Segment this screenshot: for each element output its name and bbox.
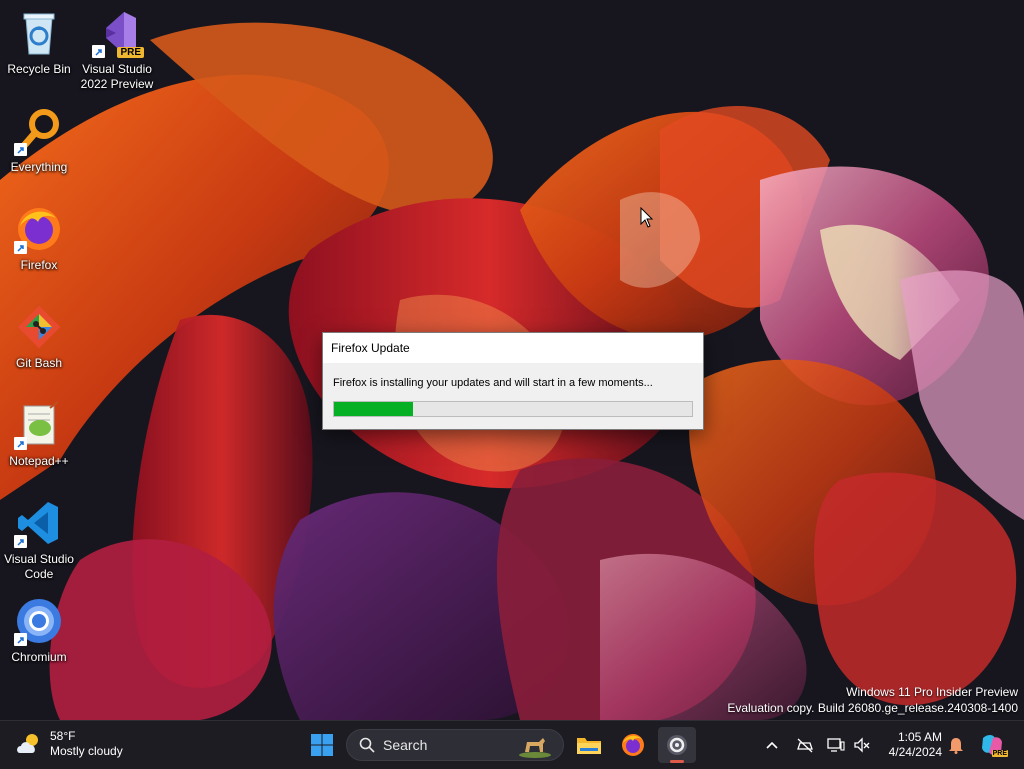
desktop-icon-label: Recycle Bin <box>7 62 71 76</box>
watermark-line-1: Windows 11 Pro Insider Preview <box>846 685 1018 699</box>
shortcut-arrow-icon <box>92 45 105 58</box>
desktop-icon-visual-studio[interactable]: PRE Visual Studio 2022 Preview <box>78 8 156 92</box>
weather-widget[interactable]: 58°F Mostly cloudy <box>14 729 123 759</box>
visual-studio-icon: PRE <box>92 8 144 58</box>
pre-badge: PRE <box>117 47 144 58</box>
search-icon <box>359 737 375 753</box>
copilot-pre-badge: PRE <box>991 750 1008 757</box>
notification-center-button[interactable] <box>946 735 966 755</box>
watermark-line-2: Evaluation copy. Build 26080.ge_release.… <box>727 701 1018 715</box>
desktop-icon-label: Visual Studio 2022 Preview <box>80 62 154 91</box>
mouse-cursor-icon <box>640 207 654 228</box>
desktop-icon-label: Chromium <box>11 650 67 664</box>
desktop-icon-label: Firefox <box>20 258 58 272</box>
display-status[interactable] <box>826 735 846 755</box>
clock-date: 4/24/2024 <box>888 745 942 759</box>
desktop-icon-everything[interactable]: Everything <box>0 106 78 175</box>
firefox-icon <box>14 204 64 254</box>
show-hidden-icons-button[interactable] <box>762 735 782 755</box>
windows-logo-icon <box>311 734 333 756</box>
network-off-icon <box>797 738 813 753</box>
desktop-icon-label: Git Bash <box>15 356 63 370</box>
shortcut-arrow-icon <box>14 437 27 450</box>
taskbar-firefox-updater[interactable] <box>658 727 696 763</box>
update-progress-bar <box>333 401 693 417</box>
desktop-icon-vscode[interactable]: Visual Studio Code <box>0 498 78 582</box>
firefox-icon <box>622 734 644 756</box>
windows-watermark: Windows 11 Pro Insider Preview Evaluatio… <box>727 684 1018 716</box>
search-placeholder: Search <box>383 737 428 753</box>
desktop-icon-label: Visual Studio Code <box>4 552 74 581</box>
active-app-indicator <box>670 760 684 763</box>
dialog-title: Firefox Update <box>331 341 410 355</box>
clock-time: 1:05 AM <box>897 730 942 744</box>
chevron-up-icon <box>766 741 778 749</box>
shortcut-arrow-icon <box>14 633 27 646</box>
weather-condition: Mostly cloudy <box>50 744 123 758</box>
desktop-icon-git-bash[interactable]: Git Bash <box>0 302 78 371</box>
taskbar-clock[interactable]: 1:05 AM 4/24/2024 <box>880 730 942 760</box>
desktop-icon-firefox[interactable]: Firefox <box>0 204 78 273</box>
firefox-update-dialog: Firefox Update Firefox is installing you… <box>322 332 704 430</box>
display-icon <box>827 738 845 752</box>
git-bash-icon <box>14 302 64 352</box>
updater-icon <box>667 735 687 755</box>
copilot-button[interactable]: PRE <box>978 731 1008 759</box>
start-button[interactable] <box>304 727 340 763</box>
taskbar: 58°F Mostly cloudy Search 1:05 AM 4/24/2… <box>0 720 1024 769</box>
taskbar-search-box[interactable]: Search <box>346 729 564 761</box>
desktop-icon-recycle-bin[interactable]: Recycle Bin <box>0 8 78 77</box>
desktop-icon-notepad-plus-plus[interactable]: Notepad++ <box>0 400 78 469</box>
folder-icon <box>577 738 601 754</box>
notepad-plus-plus-icon <box>14 400 64 450</box>
volume-status[interactable] <box>852 735 872 755</box>
bell-icon <box>949 738 963 754</box>
search-highlight-icon <box>519 738 551 758</box>
desktop-icon-label: Notepad++ <box>9 454 69 468</box>
recycle-bin-icon <box>14 8 64 58</box>
chromium-icon <box>14 596 64 646</box>
taskbar-firefox[interactable] <box>614 727 652 763</box>
weather-temp: 58°F <box>50 729 76 743</box>
shortcut-arrow-icon <box>14 241 27 254</box>
network-status[interactable] <box>795 735 815 755</box>
shortcut-arrow-icon <box>14 143 27 156</box>
volume-muted-icon <box>854 737 870 753</box>
dialog-title-bar[interactable]: Firefox Update <box>323 333 703 363</box>
vscode-icon <box>14 498 64 548</box>
desktop-icon-chromium[interactable]: Chromium <box>0 596 78 665</box>
taskbar-file-explorer[interactable] <box>570 727 608 763</box>
shortcut-arrow-icon <box>14 535 27 548</box>
everything-search-icon <box>14 106 64 156</box>
desktop-icon-label: Everything <box>10 160 68 174</box>
cloud-sun-icon <box>17 734 38 753</box>
progress-fill <box>334 402 413 416</box>
dialog-message: Firefox is installing your updates and w… <box>333 377 653 389</box>
